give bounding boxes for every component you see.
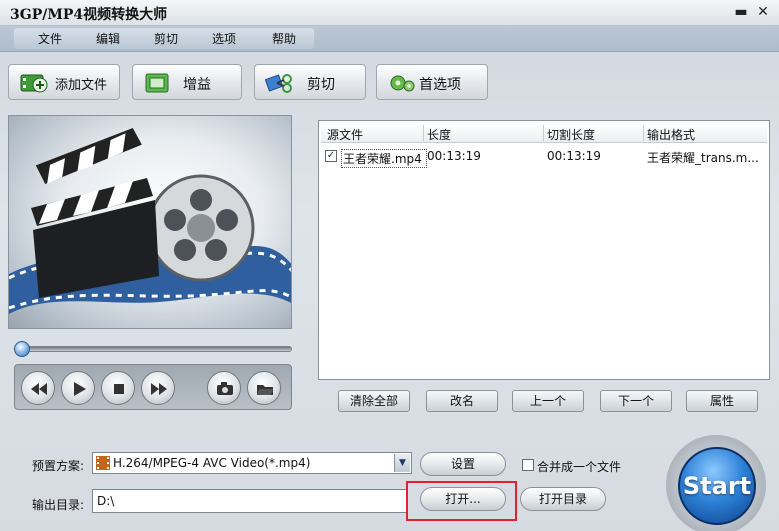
play-button[interactable] xyxy=(61,371,95,405)
add-file-label: 添加文件 xyxy=(55,78,108,93)
stop-button[interactable] xyxy=(101,371,135,405)
rewind-button[interactable] xyxy=(21,371,55,405)
clapperboard-reel-icon xyxy=(9,127,291,314)
film-strip-icon xyxy=(96,456,110,470)
file-list[interactable]: 源文件 长度 切割长度 输出格式 ✓ 王者荣耀.mp4 00:13:19 00:… xyxy=(318,120,770,380)
menu-help[interactable]: 帮助 xyxy=(272,30,296,47)
menu-bar: 文件 编辑 剪切 选项 帮助 xyxy=(0,26,779,52)
snapshot-button[interactable] xyxy=(207,371,241,405)
window-title: 3GP/MP4视频转换大师 xyxy=(10,7,168,23)
open-folder-button[interactable] xyxy=(247,371,281,405)
fast-forward-icon xyxy=(151,383,167,395)
fast-forward-button[interactable] xyxy=(141,371,175,405)
chevron-down-icon[interactable]: ▼ xyxy=(394,454,410,472)
preferences-label: 首选项 xyxy=(419,77,461,93)
preset-label: 预置方案: xyxy=(32,459,85,473)
settings-button[interactable]: 设置 xyxy=(420,452,506,476)
stop-icon xyxy=(114,384,124,394)
minimize-button[interactable]: ▬ xyxy=(730,2,752,22)
column-length[interactable]: 长度 xyxy=(427,126,451,143)
open-directory-button[interactable]: 打开目录 xyxy=(520,487,606,511)
next-button[interactable]: 下一个 xyxy=(600,390,672,412)
row-checkbox[interactable]: ✓ xyxy=(325,150,337,162)
playback-slider[interactable] xyxy=(14,346,292,352)
start-button[interactable]: Start xyxy=(678,447,756,525)
merge-checkbox[interactable] xyxy=(522,459,534,471)
camera-icon xyxy=(217,382,233,395)
playback-controls xyxy=(14,364,292,410)
add-file-button[interactable]: 添加文件 xyxy=(8,64,120,100)
cell-source: 王者荣耀.mp4 xyxy=(341,149,427,168)
menu-file[interactable]: 文件 xyxy=(38,30,62,47)
gears-icon xyxy=(390,75,415,92)
cut-button[interactable]: 剪切 xyxy=(254,64,366,100)
cell-output: 王者荣耀_trans.m... xyxy=(647,151,759,165)
previous-button[interactable]: 上一个 xyxy=(512,390,584,412)
playback-slider-thumb[interactable] xyxy=(14,341,30,357)
gain-icon xyxy=(145,73,169,93)
menu-cut[interactable]: 剪切 xyxy=(154,30,178,47)
menu-options[interactable]: 选项 xyxy=(212,30,236,47)
folder-icon xyxy=(257,385,273,395)
table-row[interactable]: ✓ 王者荣耀.mp4 00:13:19 00:13:19 王者荣耀_trans.… xyxy=(323,147,763,168)
close-button[interactable]: ✕ xyxy=(752,2,774,22)
column-source[interactable]: 源文件 xyxy=(327,126,363,143)
gain-label: 增益 xyxy=(183,77,211,93)
highlight-box xyxy=(406,481,517,521)
play-icon xyxy=(74,382,86,396)
rename-button[interactable]: 改名 xyxy=(426,390,498,412)
column-output-format[interactable]: 输出格式 xyxy=(647,126,695,143)
scissors-film-icon xyxy=(265,74,292,93)
column-cut-length[interactable]: 切割长度 xyxy=(547,126,595,143)
cell-cut-length: 00:13:19 xyxy=(547,149,601,163)
file-list-header: 源文件 长度 切割长度 输出格式 xyxy=(321,123,767,143)
title-bar: 3GP/MP4视频转换大师 ▬ ✕ xyxy=(0,0,779,26)
preset-select[interactable]: H.264/MPEG-4 AVC Video(*.mp4) ▼ xyxy=(92,452,412,474)
film-add-icon xyxy=(20,74,48,93)
output-dir-label: 输出目录: xyxy=(32,498,85,512)
merge-label: 合并成一个文件 xyxy=(537,460,622,474)
clear-all-button[interactable]: 清除全部 xyxy=(338,390,410,412)
gain-button[interactable]: 增益 xyxy=(132,64,242,100)
menu-edit[interactable]: 编辑 xyxy=(96,30,120,47)
rewind-icon xyxy=(31,383,47,395)
output-dir-input[interactable]: D:\ xyxy=(92,489,408,513)
preset-value: H.264/MPEG-4 AVC Video(*.mp4) xyxy=(113,456,311,470)
cut-label: 剪切 xyxy=(307,77,335,93)
preferences-button[interactable]: 首选项 xyxy=(376,64,488,100)
cell-length: 00:13:19 xyxy=(427,149,481,163)
properties-button[interactable]: 属性 xyxy=(686,390,758,412)
video-preview xyxy=(8,115,292,329)
